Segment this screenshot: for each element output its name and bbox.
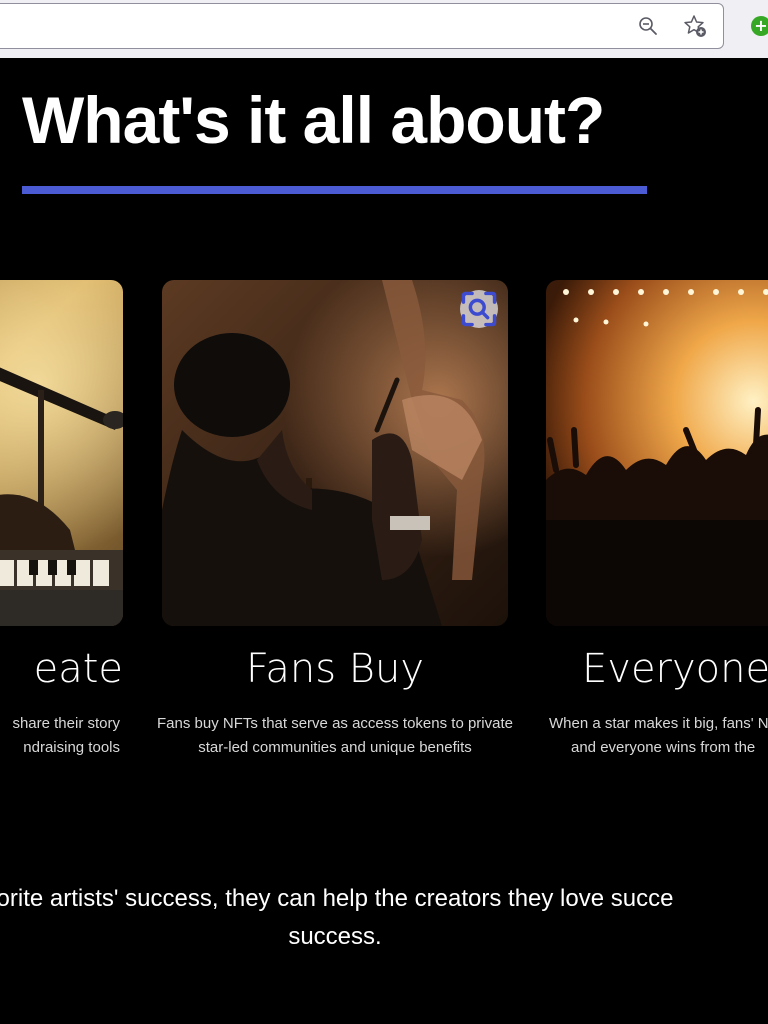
card-image-fans-buy	[162, 280, 508, 626]
card-desc-fans-buy: Fans buy NFTs that serve as access token…	[157, 715, 513, 756]
card-desc-line: When a star makes it big, fans' N	[549, 715, 768, 732]
card-title-create: eate	[33, 646, 123, 692]
card-desc-everyone-wins: When a star makes it big, fans' N and ev…	[549, 712, 768, 760]
card-image-everyone-wins	[546, 280, 768, 626]
extension-plus-icon[interactable]: +	[751, 16, 768, 36]
card-desc-line: and everyone wins from the	[571, 739, 756, 756]
page-content: What's it all about? eate share their st…	[0, 58, 768, 1024]
address-bar[interactable]	[0, 3, 724, 49]
heading-underline	[22, 186, 647, 194]
closing-line: orite artists' success, they can help th…	[0, 885, 674, 912]
zoom-out-icon[interactable]	[636, 14, 660, 38]
bookmark-star-icon[interactable]	[683, 14, 707, 38]
closing-statement: orite artists' success, they can help th…	[0, 880, 768, 956]
card-desc-create: share their story ndraising tools	[0, 712, 120, 760]
visual-search-icon[interactable]	[460, 290, 498, 328]
card-title-fans-buy: Fans Buy	[246, 646, 424, 692]
card-desc-line: ndraising tools	[23, 739, 120, 756]
section-heading: What's it all about?	[22, 83, 605, 157]
browser-toolbar: +	[0, 0, 768, 59]
closing-line: success.	[288, 923, 382, 950]
card-desc-line: share their story	[12, 715, 120, 732]
card-title-everyone-wins: Everyone V	[582, 646, 768, 692]
card-image-create	[0, 280, 123, 626]
